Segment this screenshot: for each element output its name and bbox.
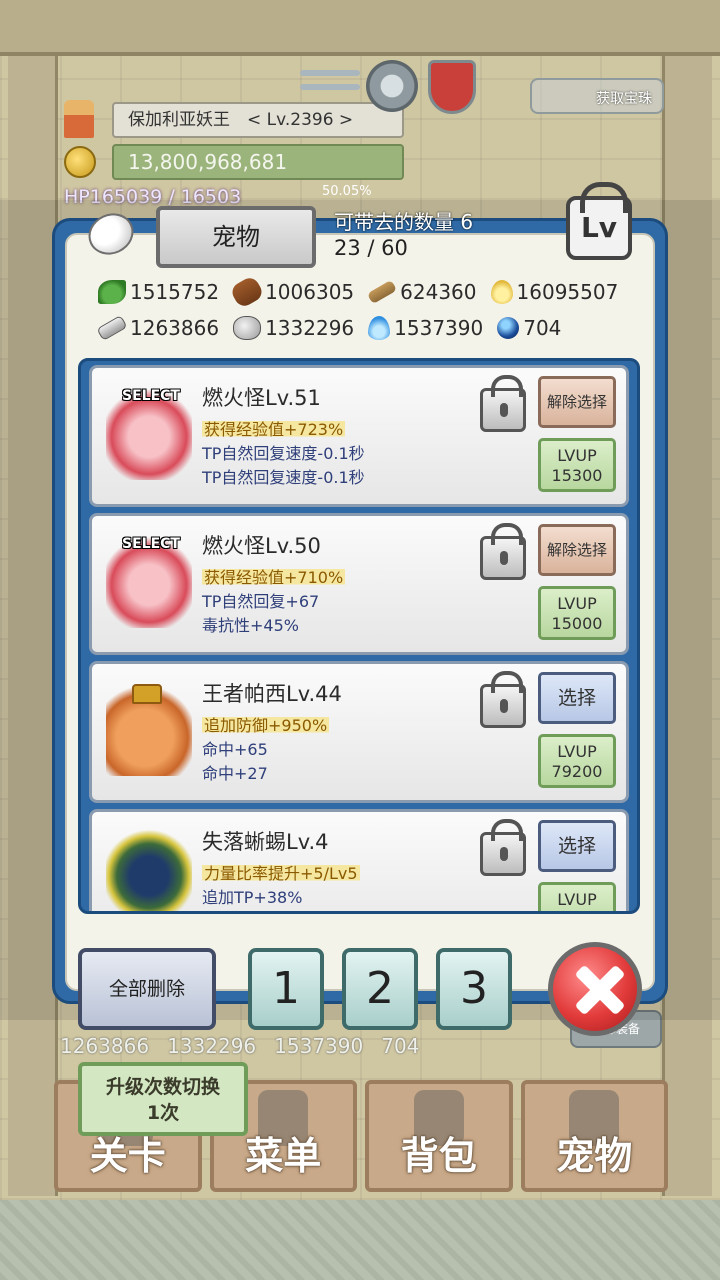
deselect-button[interactable]: 解除选择 <box>538 524 616 576</box>
carry-limit-label: 可带去的数量 6 <box>334 210 474 234</box>
nav-pet-button[interactable]: 宠物 <box>520 1080 668 1192</box>
pet-sub-stat-2: TP自然回复速度-0.1秒 <box>202 468 365 487</box>
pet-sub-stat-1: TP自然回复+67 <box>202 592 320 611</box>
lvup-label: LVUP <box>557 890 597 909</box>
player-name-field: 保加利亚妖王 < Lv.2396 > <box>112 102 404 138</box>
lvup-cost: 15300 <box>551 466 603 485</box>
nav-bag-button[interactable]: 背包 <box>365 1080 513 1192</box>
pet-card: SELECT 燃火怪Lv.51 获得经验值+723% TP自然回复速度-0.1秒… <box>89 365 629 507</box>
round-shield-icon <box>366 60 418 112</box>
resource-plank: 624360 <box>367 279 477 305</box>
top-wooden-frame <box>0 0 720 56</box>
resource-row-2: 1263866 1332296 1537390 704 <box>96 314 575 342</box>
lock-icon[interactable] <box>480 375 526 432</box>
deselect-button[interactable]: 解除选择 <box>538 376 616 428</box>
gold-amount: 13,800,968,681 <box>112 144 404 180</box>
pet-main-stat: 追加防御+950% <box>202 712 330 736</box>
resource-log: 1006305 <box>228 274 355 310</box>
pet-card: 失落蜥蜴Lv.4 力量比率提升+5/Lv5 追加TP+38% 选择 LVUP <box>89 809 629 911</box>
selected-tag: SELECT <box>122 536 180 552</box>
blue-flame-icon <box>368 316 391 340</box>
resource-stone: 1332296 <box>233 316 354 340</box>
resource-gold-drop: 16095507 <box>490 280 619 304</box>
bg-iron-value: 1263866 <box>60 1034 150 1058</box>
dragon-icon <box>106 828 192 911</box>
resource-row-1: 1515752 1006305 624360 16095507 <box>98 274 632 310</box>
lvup-button[interactable]: LVUP 15000 <box>538 586 616 640</box>
pet-sub-stat-2: 毒抗性+45% <box>202 616 299 635</box>
pet-name: 燃火怪Lv.50 <box>202 534 321 558</box>
exp-percent: 50.05% <box>322 184 372 199</box>
clear-all-button[interactable]: 全部删除 <box>78 948 216 1030</box>
lock-icon[interactable] <box>480 819 526 876</box>
bg-flame-value: 1537390 <box>274 1034 364 1058</box>
bg-stone-value: 1332296 <box>167 1034 257 1058</box>
leaf-value: 1515752 <box>130 280 220 304</box>
lvup-button[interactable]: LVUP 79200 <box>538 734 616 788</box>
sword-icon <box>300 62 360 102</box>
pet-main-stat: 获得经验值+710% <box>202 564 346 588</box>
upgrade-toggle-line1: 升级次数切换 <box>105 1076 220 1098</box>
plank-value: 624360 <box>400 280 477 304</box>
leaf-icon <box>98 280 126 304</box>
gold-drop-value: 16095507 <box>516 280 619 304</box>
stone-value: 1332296 <box>265 316 355 340</box>
selected-tag: SELECT <box>122 388 180 404</box>
log-value: 1006305 <box>265 280 355 304</box>
pet-name: 王者帕西Lv.44 <box>202 682 342 706</box>
lvup-cost: 15000 <box>551 614 603 633</box>
hero-avatar <box>64 100 94 138</box>
lock-icon[interactable] <box>480 523 526 580</box>
lvup-label: LVUP <box>557 594 597 613</box>
nav-bag-label: 背包 <box>400 1134 477 1178</box>
pet-name: 燃火怪Lv.51 <box>202 386 321 410</box>
resource-iron: 1263866 <box>96 314 220 342</box>
pet-sub-stat-1: 命中+65 <box>202 740 268 759</box>
lock-icon[interactable] <box>480 671 526 728</box>
preset-slot-2-button[interactable]: 2 <box>342 948 418 1030</box>
iron-icon <box>96 314 128 342</box>
nav-pet-label: 宠物 <box>556 1134 633 1178</box>
resource-blue-orb: 704 <box>497 316 561 340</box>
pet-list[interactable]: SELECT 燃火怪Lv.51 获得经验值+723% TP自然回复速度-0.1秒… <box>78 358 640 914</box>
pet-name: 失落蜥蜴Lv.4 <box>202 830 329 854</box>
preset-slot-1-button[interactable]: 1 <box>248 948 324 1030</box>
iron-value: 1263866 <box>130 316 220 340</box>
get-gem-button[interactable]: 获取宝珠 <box>530 78 664 114</box>
lvup-button[interactable]: LVUP 15300 <box>538 438 616 492</box>
pet-main-stat: 获得经验值+723% <box>202 416 346 440</box>
level-lock-toggle[interactable]: Lv <box>566 182 632 260</box>
plank-icon <box>367 279 398 305</box>
blue-orb-value: 704 <box>523 316 562 340</box>
close-icon[interactable] <box>548 942 642 1036</box>
bg-orb-value: 704 <box>381 1034 420 1058</box>
stone-floor <box>0 1200 720 1280</box>
pet-main-stat: 力量比率提升+5/Lv5 <box>202 860 360 884</box>
select-button[interactable]: 选择 <box>538 672 616 724</box>
pet-sub-stat-1: 追加TP+38% <box>202 888 303 907</box>
preset-slot-3-button[interactable]: 3 <box>436 948 512 1030</box>
blue-flame-value: 1537390 <box>394 316 484 340</box>
gold-coin-icon <box>64 146 96 178</box>
stone-icon <box>233 316 262 340</box>
upgrade-toggle-line2: 1次 <box>146 1102 180 1124</box>
resource-blue-flame: 1537390 <box>368 316 483 340</box>
pet-card: SELECT 燃火怪Lv.50 获得经验值+710% TP自然回复+67 毒抗性… <box>89 513 629 655</box>
lvup-label: LVUP <box>557 742 597 761</box>
red-shield-icon <box>428 60 476 114</box>
select-button[interactable]: 选择 <box>538 820 616 872</box>
dialog-title: 宠物 <box>156 206 316 268</box>
lvup-cost: 79200 <box>551 762 603 781</box>
crown-icon <box>132 684 162 704</box>
pet-sub-stat-2: 命中+27 <box>202 764 268 783</box>
gold-drop-icon <box>490 280 513 304</box>
lvup-button[interactable]: LVUP <box>538 882 616 911</box>
pet-count: 23 / 60 <box>334 236 408 260</box>
pet-card: 王者帕西Lv.44 追加防御+950% 命中+65 命中+27 选择 LVUP … <box>89 661 629 803</box>
pet-sub-stat-1: TP自然回复速度-0.1秒 <box>202 444 365 463</box>
lvup-label: LVUP <box>557 446 597 465</box>
blue-orb-icon <box>497 317 520 339</box>
upgrade-count-toggle[interactable]: 升级次数切换 1次 <box>78 1062 248 1136</box>
resource-leaf: 1515752 <box>98 280 219 304</box>
